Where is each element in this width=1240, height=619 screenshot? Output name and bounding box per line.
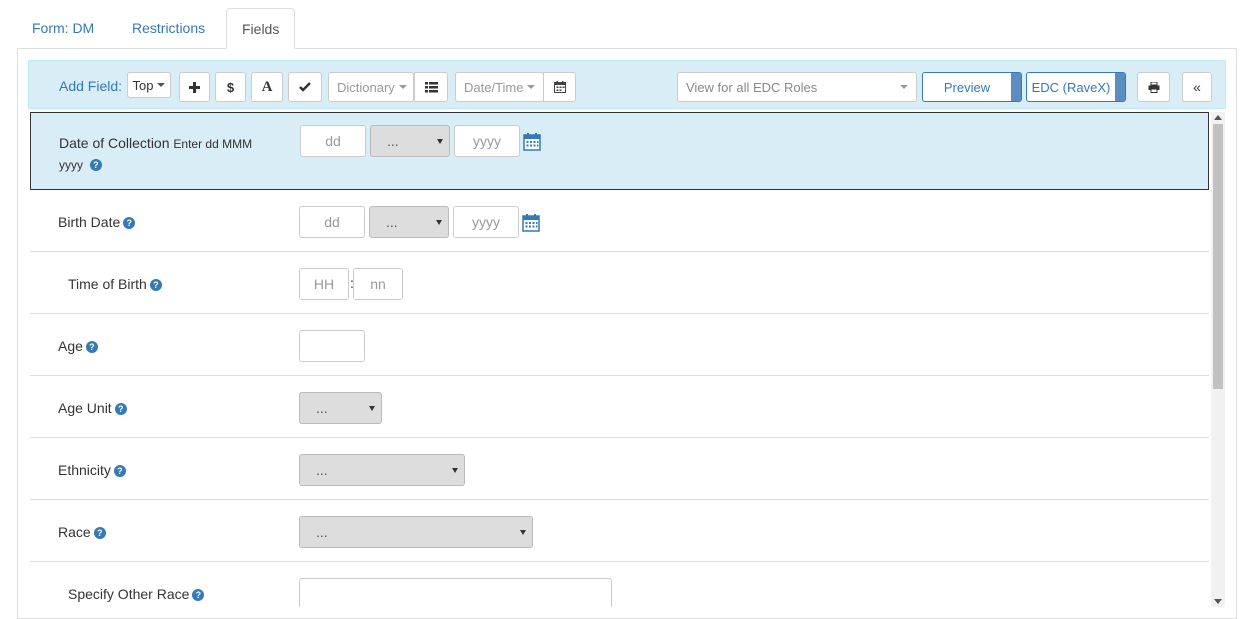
- chevron-down-icon: [437, 139, 443, 144]
- tab-restrictions[interactable]: Restrictions: [117, 8, 220, 48]
- plus-icon: [189, 81, 200, 93]
- checkbox-field-button[interactable]: [288, 72, 322, 102]
- race-value: ...: [316, 524, 328, 540]
- field-label: Date of Collection Enter dd MMM yyyy ?: [59, 133, 269, 175]
- chevron-down-icon: [436, 220, 442, 225]
- calendar-icon[interactable]: [523, 133, 541, 151]
- add-field-label: Add Field:: [59, 78, 123, 94]
- dollar-field-button[interactable]: $: [215, 72, 246, 102]
- add-field-button[interactable]: [179, 72, 210, 102]
- field-label: Time of Birth?: [68, 276, 162, 292]
- dictionary-select-value: Dictionary: [337, 79, 395, 95]
- chevron-down-icon: [900, 85, 908, 89]
- preview-toggle[interactable]: Preview: [922, 72, 1022, 102]
- help-icon[interactable]: ?: [89, 159, 102, 172]
- field-label: Age Unit?: [58, 400, 127, 416]
- field-row-ethnicity[interactable]: Ethnicity? ...: [30, 438, 1209, 500]
- position-select[interactable]: Top: [127, 72, 171, 98]
- chevron-down-icon: [527, 85, 536, 89]
- help-icon[interactable]: ?: [93, 527, 106, 540]
- help-icon[interactable]: ?: [114, 403, 127, 416]
- help-icon[interactable]: ?: [123, 217, 136, 230]
- field-label-text: Date of Collection: [59, 135, 170, 151]
- day-input[interactable]: dd: [300, 125, 366, 157]
- minute-input[interactable]: nn: [353, 268, 403, 300]
- age-input[interactable]: [299, 330, 365, 362]
- tab-form-dm[interactable]: Form: DM: [17, 8, 109, 48]
- calendar-icon[interactable]: [522, 214, 540, 232]
- chevron-down-icon: [452, 468, 458, 473]
- race-select[interactable]: ...: [299, 516, 533, 548]
- year-input[interactable]: yyyy: [454, 125, 520, 157]
- field-row-specify-other-race[interactable]: Specify Other Race?: [30, 562, 1209, 607]
- field-label-text: Ethnicity: [58, 462, 111, 478]
- list-icon: [424, 81, 438, 92]
- month-select-value: ...: [387, 133, 399, 149]
- day-input[interactable]: dd: [299, 206, 365, 238]
- field-toolbar: Add Field: Top $ A Dictionary Date/Time …: [28, 60, 1226, 109]
- print-icon: [1148, 81, 1159, 93]
- tab-bar: Form: DM Restrictions Fields: [17, 8, 1237, 49]
- help-icon[interactable]: ?: [192, 589, 205, 602]
- chevron-down-icon: [398, 85, 407, 89]
- specify-other-race-input[interactable]: [299, 578, 612, 607]
- field-label-text: Age: [58, 338, 83, 354]
- field-label-text: Age Unit: [58, 400, 112, 416]
- vertical-scrollbar[interactable]: [1211, 112, 1225, 607]
- field-row-age-unit[interactable]: Age Unit? ...: [30, 376, 1209, 438]
- calendar-icon: [553, 81, 566, 93]
- field-label-text: Specify Other Race: [68, 586, 190, 602]
- scrollbar-thumb[interactable]: [1213, 124, 1223, 389]
- field-label: Ethnicity?: [58, 462, 126, 478]
- edc-ravex-toggle[interactable]: EDC (RaveX): [1026, 72, 1126, 102]
- field-row-age[interactable]: Age?: [30, 314, 1209, 376]
- datetime-select-value: Date/Time: [464, 79, 524, 95]
- datetime-select[interactable]: Date/Time: [455, 72, 544, 102]
- field-row-race[interactable]: Race? ...: [30, 500, 1209, 562]
- edc-label: EDC (RaveX): [1031, 79, 1111, 95]
- dictionary-select[interactable]: Dictionary: [328, 72, 414, 102]
- help-icon[interactable]: ?: [113, 465, 126, 478]
- field-label-text: Birth Date: [58, 214, 121, 230]
- chevron-down-icon: [520, 530, 526, 535]
- year-input[interactable]: yyyy: [453, 206, 519, 238]
- tab-fields[interactable]: Fields: [226, 8, 296, 49]
- roles-select-value: View for all EDC Roles: [686, 79, 818, 95]
- help-icon[interactable]: ?: [149, 279, 162, 292]
- collapse-button[interactable]: «: [1182, 72, 1212, 102]
- dictionary-list-button[interactable]: [414, 72, 448, 102]
- month-select[interactable]: ...: [370, 125, 450, 157]
- month-select[interactable]: ...: [369, 206, 449, 238]
- chevron-down-icon: [369, 406, 375, 411]
- check-icon: [299, 82, 311, 92]
- field-label-text: Race: [58, 524, 91, 540]
- datetime-calendar-button[interactable]: [543, 72, 576, 102]
- field-list: Date of Collection Enter dd MMM yyyy ? d…: [30, 112, 1210, 607]
- field-row-birth-date[interactable]: Birth Date? dd ... yyyy: [30, 190, 1209, 252]
- ethnicity-select[interactable]: ...: [299, 454, 465, 486]
- field-row-date-of-collection[interactable]: Date of Collection Enter dd MMM yyyy ? d…: [30, 112, 1209, 190]
- age-unit-value: ...: [316, 400, 328, 416]
- toggle-bar: [1115, 73, 1125, 101]
- position-select-value: Top: [132, 77, 154, 93]
- print-button[interactable]: [1137, 72, 1170, 102]
- roles-select[interactable]: View for all EDC Roles: [677, 72, 917, 102]
- scroll-down-icon[interactable]: [1214, 599, 1222, 604]
- field-label-text: Time of Birth: [68, 276, 147, 292]
- scroll-up-icon[interactable]: [1214, 115, 1222, 120]
- field-label: Birth Date?: [58, 214, 136, 230]
- preview-label: Preview: [943, 79, 991, 95]
- chevron-down-icon: [157, 83, 166, 87]
- hour-input[interactable]: HH: [299, 268, 349, 300]
- help-icon[interactable]: ?: [85, 341, 98, 354]
- ethnicity-value: ...: [316, 462, 328, 478]
- field-row-time-of-birth[interactable]: Time of Birth? HH : nn: [30, 252, 1209, 314]
- field-label: Race?: [58, 524, 106, 540]
- field-label: Age?: [58, 338, 98, 354]
- field-label: Specify Other Race?: [68, 586, 205, 602]
- text-field-button[interactable]: A: [251, 72, 283, 102]
- age-unit-select[interactable]: ...: [299, 392, 382, 424]
- month-select-value: ...: [386, 214, 398, 230]
- toggle-bar: [1011, 73, 1021, 101]
